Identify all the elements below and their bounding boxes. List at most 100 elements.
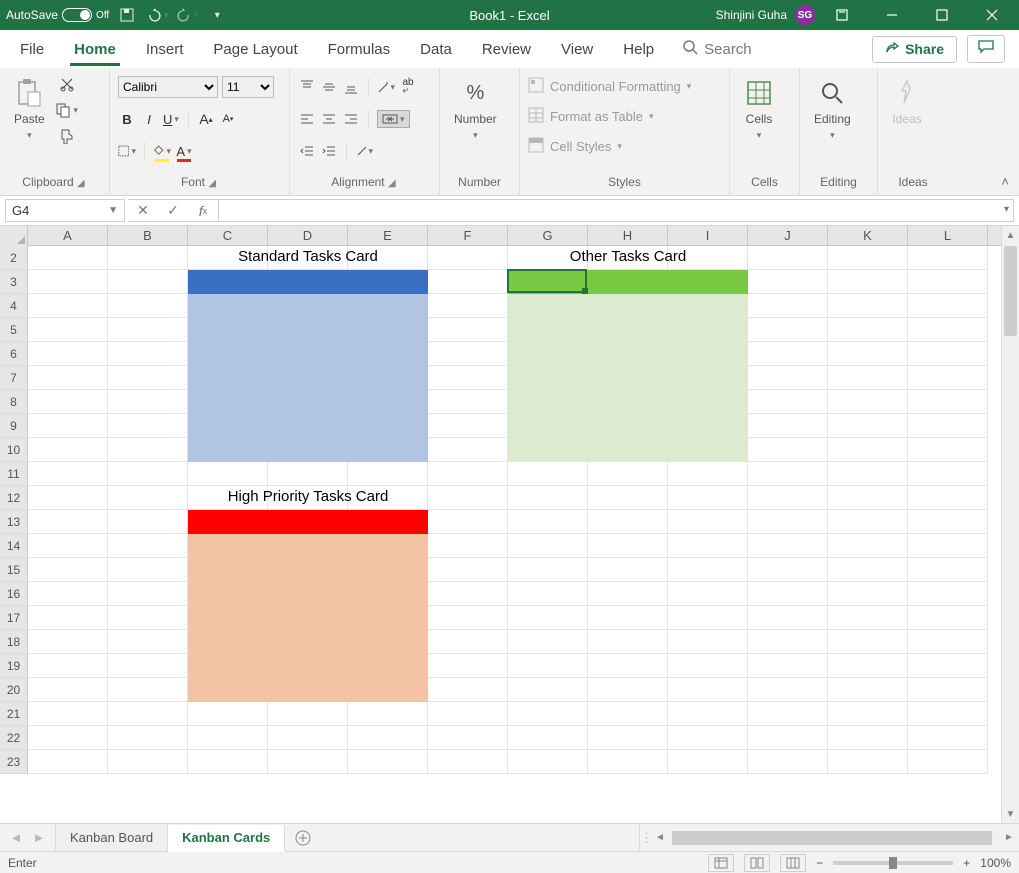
cell[interactable]: [908, 390, 988, 414]
ideas-button[interactable]: Ideas: [886, 74, 928, 130]
cell[interactable]: [268, 726, 348, 750]
conditional-formatting-button[interactable]: Conditional Formatting ▾: [528, 74, 691, 98]
cell[interactable]: [28, 390, 108, 414]
cell[interactable]: [588, 510, 668, 534]
wrap-text-button[interactable]: ab⤶: [399, 78, 417, 96]
cell[interactable]: [908, 606, 988, 630]
cell[interactable]: [908, 630, 988, 654]
cell[interactable]: [588, 462, 668, 486]
row-header[interactable]: 15: [0, 558, 28, 582]
cell[interactable]: [588, 486, 668, 510]
cell[interactable]: [188, 726, 268, 750]
cell[interactable]: [28, 246, 108, 270]
cell[interactable]: [508, 630, 588, 654]
cell[interactable]: [108, 294, 188, 318]
vscroll-thumb[interactable]: [1004, 246, 1017, 336]
row-header[interactable]: 13: [0, 510, 28, 534]
row-header[interactable]: 9: [0, 414, 28, 438]
ribbon-display-options-icon[interactable]: [819, 0, 865, 30]
cell[interactable]: [668, 630, 748, 654]
row-header[interactable]: 5: [0, 318, 28, 342]
cell[interactable]: [108, 534, 188, 558]
cell[interactable]: [748, 750, 828, 774]
cell[interactable]: [28, 558, 108, 582]
cell[interactable]: [348, 750, 428, 774]
cell[interactable]: [828, 414, 908, 438]
row-header[interactable]: 7: [0, 366, 28, 390]
cell[interactable]: [28, 654, 108, 678]
cell[interactable]: [908, 318, 988, 342]
align-top-button[interactable]: [298, 78, 316, 96]
cell[interactable]: [28, 294, 108, 318]
cell[interactable]: [28, 726, 108, 750]
comments-button[interactable]: [967, 35, 1005, 63]
cell[interactable]: [828, 342, 908, 366]
col-header[interactable]: K: [828, 226, 908, 245]
save-icon[interactable]: [115, 3, 139, 27]
cell[interactable]: [28, 678, 108, 702]
cell[interactable]: [428, 678, 508, 702]
cell[interactable]: [28, 438, 108, 462]
cell[interactable]: [428, 414, 508, 438]
col-header[interactable]: G: [508, 226, 588, 245]
select-all-button[interactable]: [0, 226, 28, 246]
sheet-nav[interactable]: ◄►: [0, 824, 56, 851]
cell[interactable]: [908, 414, 988, 438]
cell[interactable]: [828, 318, 908, 342]
cell[interactable]: [668, 702, 748, 726]
cell[interactable]: [828, 294, 908, 318]
cell[interactable]: [188, 702, 268, 726]
cell[interactable]: [748, 678, 828, 702]
row-header[interactable]: 3: [0, 270, 28, 294]
cell[interactable]: [268, 750, 348, 774]
cell[interactable]: [108, 414, 188, 438]
tab-data[interactable]: Data: [418, 35, 454, 64]
scroll-right-button[interactable]: ►: [999, 832, 1019, 843]
tab-splitter[interactable]: ⋮: [640, 830, 650, 846]
format-as-table-button[interactable]: Format as Table ▾: [528, 104, 691, 128]
cell[interactable]: [668, 582, 748, 606]
expand-formula-bar-icon[interactable]: ▾: [1004, 204, 1009, 215]
cell[interactable]: [828, 438, 908, 462]
cell[interactable]: [268, 462, 348, 486]
normal-view-button[interactable]: [708, 854, 734, 872]
scroll-down-button[interactable]: ▼: [1002, 805, 1019, 823]
cell[interactable]: [108, 366, 188, 390]
paste-button[interactable]: Paste ▾: [8, 74, 51, 145]
tab-home[interactable]: Home: [72, 35, 118, 64]
cell[interactable]: [428, 270, 508, 294]
formula-input[interactable]: ▾: [219, 199, 1014, 222]
cell[interactable]: [28, 342, 108, 366]
cell[interactable]: [908, 270, 988, 294]
col-header[interactable]: J: [748, 226, 828, 245]
row-header[interactable]: 12: [0, 486, 28, 510]
cell[interactable]: [508, 582, 588, 606]
col-header[interactable]: A: [28, 226, 108, 245]
cell[interactable]: [428, 366, 508, 390]
vertical-scrollbar[interactable]: ▲ ▼: [1001, 226, 1019, 823]
cell[interactable]: [348, 702, 428, 726]
cell[interactable]: [428, 318, 508, 342]
tab-review[interactable]: Review: [480, 35, 533, 64]
cell[interactable]: [348, 462, 428, 486]
cell[interactable]: [428, 294, 508, 318]
cell[interactable]: [748, 342, 828, 366]
font-launcher-icon[interactable]: ◢: [208, 178, 218, 189]
cell[interactable]: [28, 414, 108, 438]
cell[interactable]: [668, 534, 748, 558]
cell[interactable]: [508, 654, 588, 678]
cell[interactable]: [428, 654, 508, 678]
copy-button[interactable]: [55, 100, 79, 120]
cell[interactable]: [188, 462, 268, 486]
cell[interactable]: [108, 654, 188, 678]
cell[interactable]: [588, 606, 668, 630]
alignment-launcher-icon[interactable]: ◢: [388, 178, 398, 189]
cell[interactable]: [108, 678, 188, 702]
cell[interactable]: [908, 678, 988, 702]
cell[interactable]: [428, 342, 508, 366]
cell[interactable]: [828, 582, 908, 606]
cell[interactable]: [668, 606, 748, 630]
cell[interactable]: [508, 726, 588, 750]
align-middle-button[interactable]: [320, 78, 338, 96]
cell[interactable]: [28, 510, 108, 534]
